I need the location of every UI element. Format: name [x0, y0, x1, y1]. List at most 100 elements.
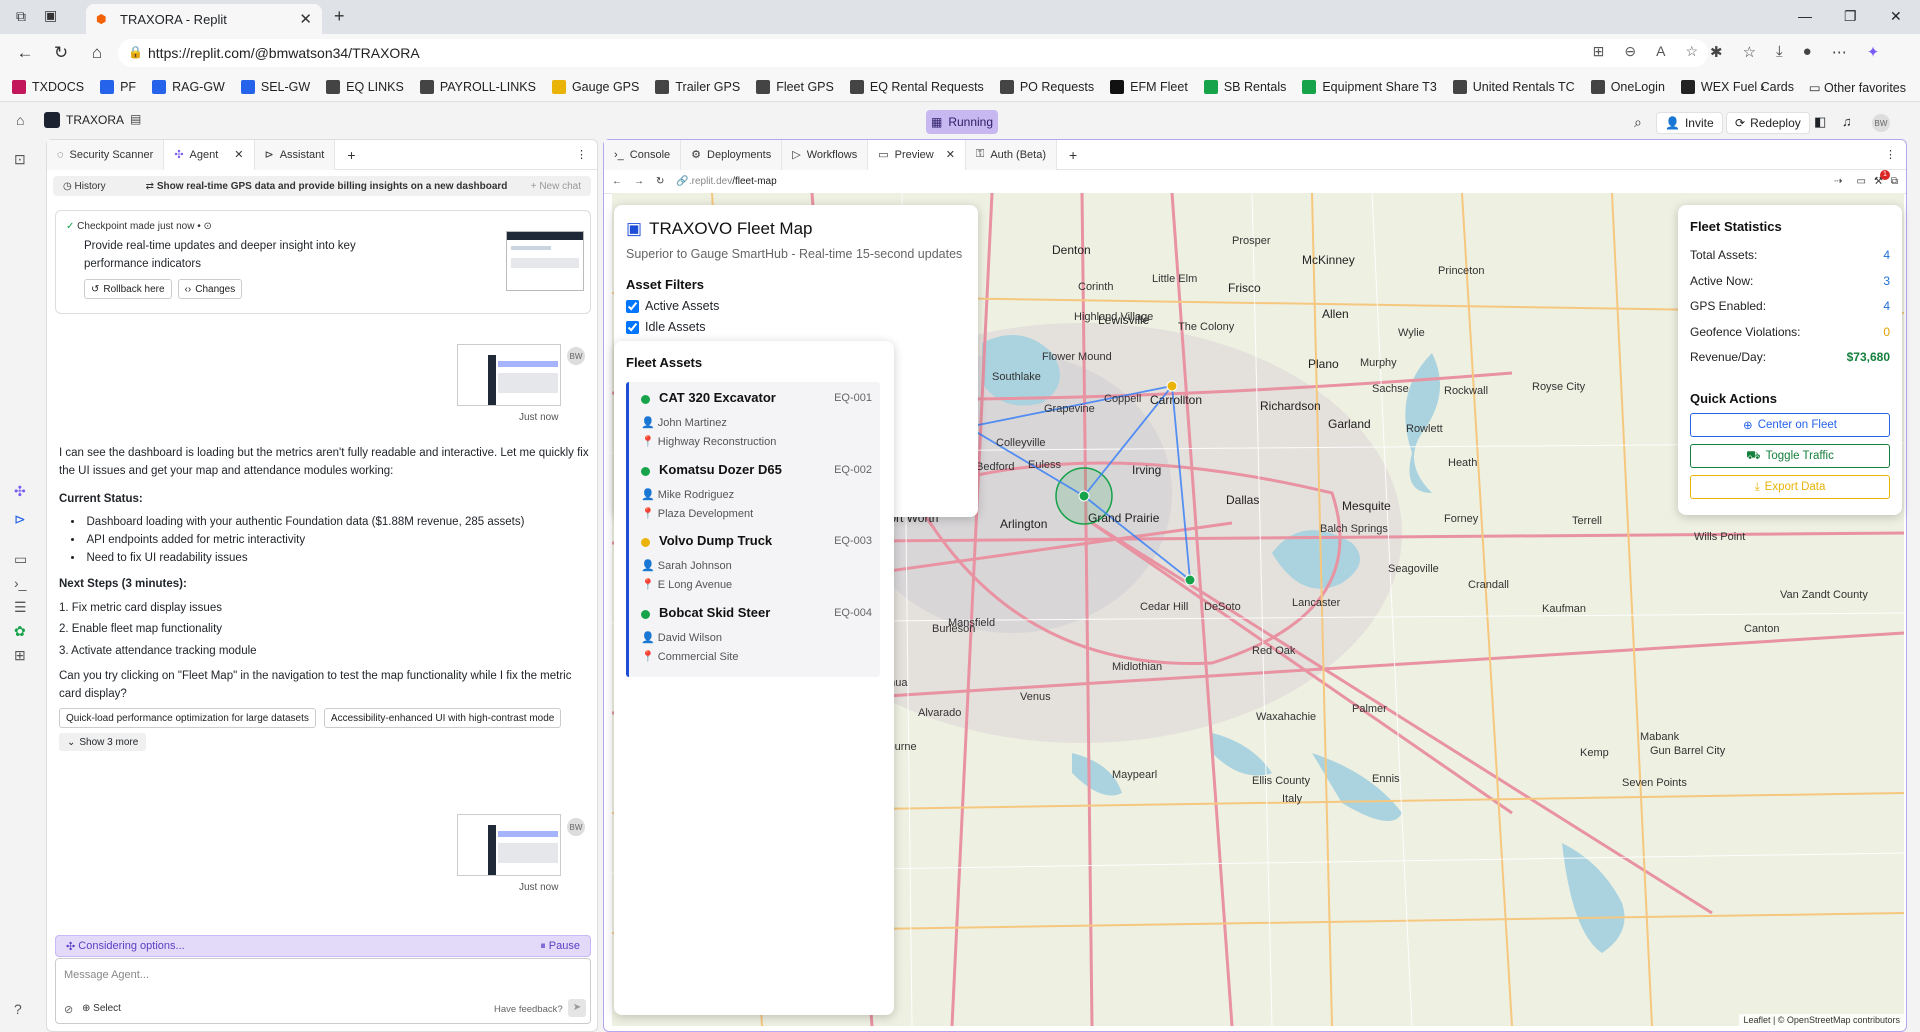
more-icon[interactable]: ⋯ [1832, 43, 1847, 61]
user-screenshot-1[interactable] [457, 344, 561, 406]
asset-card[interactable]: Bobcat Skid Steer EQ-004 👤 David Wilson … [626, 596, 880, 677]
refresh-icon[interactable]: ↻ [656, 176, 664, 187]
new-chat-button[interactable]: + New chat [531, 181, 581, 192]
pause-button[interactable]: ⏸ Pause [540, 940, 580, 953]
tab-security-scanner[interactable]: ◌ Security Scanner [47, 139, 165, 170]
tab-preview[interactable]: ▭ Preview ✕ [868, 139, 966, 170]
favorite-link[interactable]: EFM Fleet [1110, 79, 1188, 94]
layout-icon[interactable]: ◧ [1814, 114, 1826, 130]
agent-tool-icon[interactable]: ✣ [14, 483, 26, 500]
devtools-icon[interactable]: ⚒ 1 [1874, 170, 1890, 187]
back-icon[interactable]: ← [612, 176, 622, 187]
all-tools-icon[interactable]: ⊞ [14, 647, 26, 664]
suggestion-chip[interactable]: Accessibility-enhanced UI with high-cont… [323, 708, 562, 728]
read-aloud-icon[interactable]: A [1656, 43, 1665, 60]
close-window-icon[interactable]: ✕ [1890, 8, 1902, 25]
favorite-link[interactable]: RAG-GW [152, 79, 225, 94]
shell-tool-icon[interactable]: ›_ [14, 575, 26, 591]
user-screenshot-2[interactable] [457, 814, 561, 876]
favorite-link[interactable]: PF [100, 79, 136, 94]
asset-card[interactable]: CAT 320 Excavator EQ-001 👤 John Martinez… [626, 382, 880, 462]
asset-card[interactable]: Volvo Dump Truck EQ-003 👤 Sarah Johnson … [626, 525, 880, 605]
chat-history-bar[interactable]: ◷ History ⇄ Show real-time GPS data and … [53, 176, 591, 196]
forward-icon[interactable]: ⇢ [1834, 176, 1842, 187]
favorite-link[interactable]: EQ LINKS [326, 79, 404, 94]
extensions-icon[interactable]: ✱ [1710, 43, 1723, 61]
show-more-button[interactable]: ⌄ Show 3 more [59, 733, 147, 751]
browser-tab-active[interactable]: ⬢ TRAXORA - Replit ✕ [86, 4, 322, 34]
suggestion-chip[interactable]: Quick-load performance optimization for … [59, 708, 316, 728]
preview-tool-icon[interactable]: ▭ [14, 551, 27, 568]
tab-assistant[interactable]: ⊳ Assistant [254, 139, 336, 170]
favorite-link[interactable]: PAYROLL-LINKS [419, 79, 536, 94]
quick-action-button[interactable]: ⛟ Toggle Traffic [1690, 444, 1890, 468]
pane-menu-icon[interactable]: ⋮ [576, 148, 587, 161]
quick-action-button[interactable]: ⊕ Center on Fleet [1690, 413, 1890, 437]
favorite-link[interactable]: Equipment Share T3 [1302, 79, 1437, 94]
home-icon[interactable]: ⌂ [86, 43, 108, 63]
database-tool-icon[interactable]: ☰ [14, 599, 27, 616]
filter-idle-checkbox[interactable] [626, 320, 639, 334]
downloads-icon[interactable]: ⤓ [1776, 43, 1783, 61]
url-field[interactable]: 🔒 https://replit.com/@bmwatson34/TRAXORA… [118, 39, 1708, 67]
deploy-tool-icon[interactable]: ⊳ [14, 511, 26, 528]
help-icon[interactable]: ? [14, 1001, 22, 1017]
attach-icon[interactable]: ⊘ [64, 1003, 73, 1016]
favorite-link[interactable]: EQ Rental Requests [849, 79, 984, 94]
history-label[interactable]: History [75, 181, 106, 192]
favorite-link[interactable]: Fleet GPS [756, 79, 834, 94]
project-menu-icon[interactable]: ▤ [130, 112, 141, 126]
add-tab-icon[interactable]: + [1069, 147, 1077, 163]
add-tab-icon[interactable]: + [347, 147, 355, 163]
zoom-icon[interactable]: ⊖ [1624, 43, 1636, 60]
copilot-icon[interactable]: ✦ [1867, 43, 1880, 61]
favorite-link[interactable]: Gauge GPS [551, 79, 639, 94]
favorite-star-icon[interactable]: ☆ [1685, 43, 1698, 60]
favorite-link[interactable]: SB Rentals [1203, 79, 1286, 94]
new-tab-icon[interactable]: + [334, 6, 345, 27]
send-icon[interactable]: ➤ [568, 999, 586, 1017]
favorite-link[interactable]: United Rentals TC [1452, 79, 1575, 94]
message-input[interactable]: Message Agent... [64, 969, 149, 981]
asset-card[interactable]: Komatsu Dozer D65 EQ-002 👤 Mike Rodrigue… [626, 453, 880, 534]
open-new-window-icon[interactable]: ⧉ [1891, 176, 1898, 187]
filter-idle[interactable]: Idle Assets [626, 320, 705, 334]
chevron-right-icon[interactable]: › [1760, 78, 1765, 94]
changes-button[interactable]: ‹› Changes [177, 279, 243, 299]
quick-action-button[interactable]: ⤓ Export Data [1690, 475, 1890, 499]
tab-workflows[interactable]: ▷ Workflows [782, 139, 869, 170]
favorite-link[interactable]: PO Requests [999, 79, 1094, 94]
tab-console[interactable]: ›_ Console [604, 139, 682, 170]
pane-menu-icon[interactable]: ⋮ [1885, 148, 1896, 161]
tab-actions-icon[interactable]: ▣ [44, 7, 57, 24]
files-icon[interactable]: ⊡ [14, 151, 26, 168]
map-attribution[interactable]: Leaflet | © OpenStreetMap contributors [1739, 1014, 1904, 1026]
favorites-icon[interactable]: ☆ [1743, 43, 1756, 61]
filter-active-checkbox[interactable] [626, 299, 639, 313]
other-favorites[interactable]: ▭ Other favorites [1809, 80, 1906, 95]
running-status-button[interactable]: ▦ Running [926, 110, 998, 134]
message-input-box[interactable]: Message Agent... ⊘ ⊕ Select Have feedbac… [55, 958, 591, 1024]
secrets-tool-icon[interactable]: ✿ [14, 623, 26, 640]
checkpoint-screenshot[interactable] [506, 231, 584, 291]
select-button[interactable]: ⊕ Select [82, 1003, 121, 1014]
close-tab-icon[interactable]: ✕ [299, 10, 312, 28]
back-icon[interactable]: ← [14, 43, 36, 63]
tab-auth[interactable]: ⚿ Auth (Beta) [965, 139, 1057, 170]
close-tab-icon[interactable]: ✕ [946, 148, 955, 161]
search-icon[interactable]: ⌕ [1634, 114, 1642, 131]
forward-icon[interactable]: → [634, 176, 644, 187]
profile-icon[interactable]: ● [1803, 43, 1812, 61]
devices-icon[interactable]: ▭ [1856, 176, 1865, 187]
favorite-link[interactable]: Trailer GPS [655, 79, 740, 94]
restore-icon[interactable]: ❐ [1844, 8, 1857, 25]
home-icon[interactable]: ⌂ [16, 112, 24, 128]
apps-icon[interactable]: ⊞ [1593, 43, 1605, 60]
workspaces-icon[interactable]: ⧉ [16, 8, 26, 25]
favorite-link[interactable]: OneLogin [1590, 79, 1665, 94]
redeploy-button[interactable]: ⟳ Redeploy [1726, 112, 1810, 134]
project-name[interactable]: TRAXORA [66, 113, 124, 127]
preview-url[interactable]: 🔗.replit.dev/fleet-map [676, 176, 776, 187]
favorite-link[interactable]: TXDOCS [12, 79, 84, 94]
user-avatar[interactable]: BW [1872, 114, 1890, 132]
